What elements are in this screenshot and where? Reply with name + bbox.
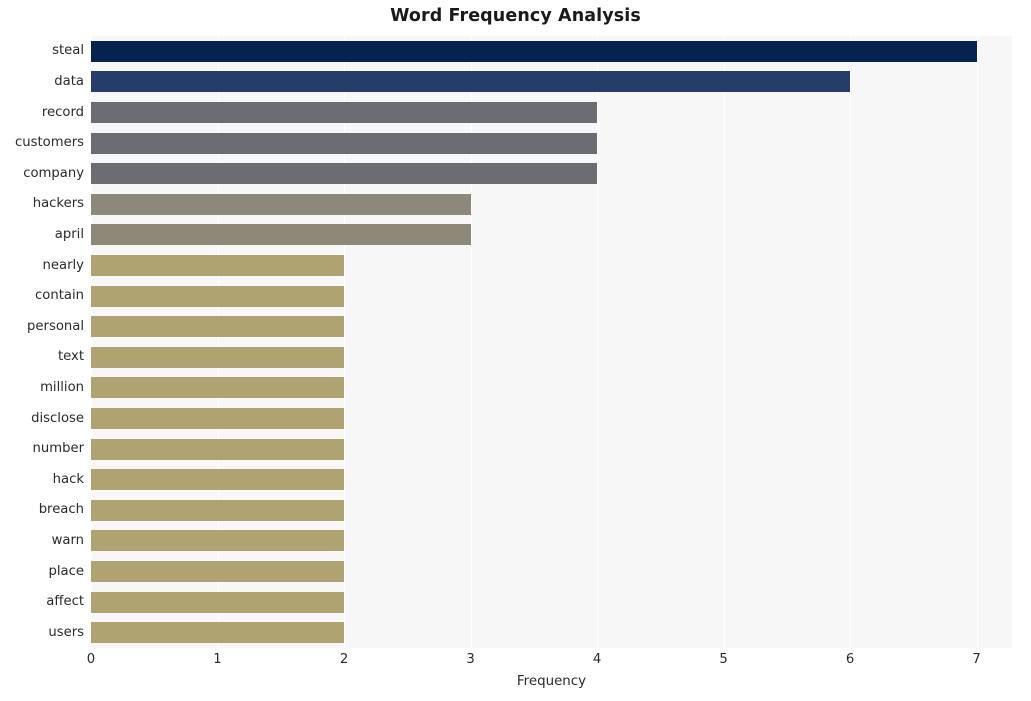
bar-row bbox=[91, 499, 1012, 521]
y-axis-tick-label: disclose bbox=[31, 410, 84, 426]
bar[interactable] bbox=[91, 255, 345, 276]
gridline bbox=[976, 36, 978, 648]
x-axis-title: Frequency bbox=[516, 674, 587, 689]
y-axis-tick-label: place bbox=[48, 563, 84, 579]
y-axis-tick-label: data bbox=[54, 73, 84, 89]
bar-row bbox=[91, 591, 1012, 613]
gridline bbox=[91, 36, 93, 648]
y-axis-tick-label: breach bbox=[38, 502, 84, 518]
gridline bbox=[850, 36, 852, 648]
bar[interactable] bbox=[91, 102, 598, 123]
bar[interactable] bbox=[91, 377, 345, 399]
chart-title: Word Frequency Analysis bbox=[390, 6, 641, 26]
x-axis-tick-labels: 0 1 2 3 4 5 6 7 bbox=[87, 652, 1012, 672]
y-axis-tick-label: customers bbox=[15, 135, 84, 151]
y-axis-tick-label: warn bbox=[51, 532, 84, 548]
y-axis-tick-label: company bbox=[23, 165, 84, 181]
plot-area bbox=[91, 36, 1012, 648]
y-axis-tick-label: hack bbox=[52, 471, 84, 487]
x-axis-tick-label: 5 bbox=[719, 652, 728, 667]
bar-row bbox=[91, 622, 1012, 644]
gridline bbox=[344, 36, 346, 648]
y-axis-tick-label: record bbox=[41, 104, 84, 120]
gridline bbox=[597, 36, 599, 648]
bar-row bbox=[91, 438, 1012, 460]
bar-row bbox=[91, 193, 1012, 215]
bar-row bbox=[91, 71, 1012, 93]
y-axis-tick-label: steal bbox=[52, 43, 84, 59]
y-axis-tick-label: million bbox=[40, 379, 84, 395]
chart-figure: Word Frequency Analysis steal data record c… bbox=[0, 0, 1031, 701]
bar[interactable] bbox=[91, 316, 345, 338]
bar[interactable] bbox=[91, 285, 345, 307]
x-axis-tick-label: 2 bbox=[339, 652, 349, 667]
bar-row bbox=[91, 224, 1012, 246]
bar-row bbox=[91, 40, 1012, 62]
y-axis-tick-label: number bbox=[32, 441, 84, 457]
y-axis-tick-label: hackers bbox=[32, 196, 84, 212]
bar-row bbox=[91, 469, 1012, 491]
x-axis-tick-label: 7 bbox=[972, 652, 981, 667]
bar[interactable] bbox=[91, 224, 471, 246]
x-axis-tick-label: 4 bbox=[592, 652, 602, 667]
bar-row bbox=[91, 132, 1012, 154]
y-axis-tick-label: affect bbox=[46, 594, 84, 610]
bar[interactable] bbox=[91, 561, 345, 582]
bar-row bbox=[91, 346, 1012, 368]
y-axis-tick-label: users bbox=[48, 624, 84, 640]
bar-row bbox=[91, 377, 1012, 399]
bar-row bbox=[91, 102, 1012, 123]
bar[interactable] bbox=[91, 438, 345, 460]
bar[interactable] bbox=[91, 408, 345, 429]
y-axis-tick-label: contain bbox=[35, 288, 84, 304]
bar[interactable] bbox=[91, 591, 345, 613]
gridline bbox=[217, 36, 219, 648]
bar-row bbox=[91, 408, 1012, 429]
bar[interactable] bbox=[91, 499, 345, 521]
bar[interactable] bbox=[91, 530, 345, 552]
y-axis-tick-label: nearly bbox=[42, 257, 84, 273]
bar[interactable] bbox=[91, 622, 345, 644]
gridline bbox=[470, 36, 472, 648]
x-axis-tick-label: 3 bbox=[466, 652, 475, 667]
x-axis-tick-label: 6 bbox=[845, 652, 855, 667]
bar-row bbox=[91, 316, 1012, 338]
x-axis-tick-label: 0 bbox=[86, 652, 96, 667]
bar[interactable] bbox=[91, 71, 851, 93]
y-axis-tick-label: personal bbox=[27, 318, 84, 334]
bar[interactable] bbox=[91, 40, 977, 62]
y-axis-tick-label: april bbox=[54, 226, 84, 242]
bar-row bbox=[91, 561, 1012, 582]
bar[interactable] bbox=[91, 163, 598, 185]
bar[interactable] bbox=[91, 193, 471, 215]
bar-row bbox=[91, 163, 1012, 185]
gridline bbox=[723, 36, 725, 648]
x-axis-tick-label: 1 bbox=[213, 652, 222, 667]
bar[interactable] bbox=[91, 346, 345, 368]
y-axis-tick-labels: steal data record customers company hackers ap… bbox=[0, 36, 84, 648]
bar-row bbox=[91, 285, 1012, 307]
bar-row bbox=[91, 255, 1012, 276]
y-axis-tick-label: text bbox=[57, 349, 84, 365]
bar-row bbox=[91, 530, 1012, 552]
bar[interactable] bbox=[91, 132, 598, 154]
bar[interactable] bbox=[91, 469, 345, 491]
